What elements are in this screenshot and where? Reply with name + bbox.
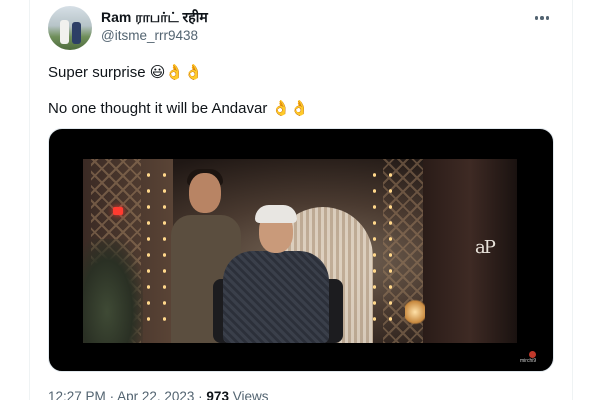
views-count: 973 [206,389,229,400]
tweet-time[interactable]: 12:27 PM [48,389,106,400]
scene-lights [373,167,376,327]
display-name[interactable]: Ram ராபர்ட் रहीम [101,8,208,26]
more-options-icon[interactable] [530,8,554,28]
avatar-figure [60,20,69,44]
video-frame: aP [83,159,517,343]
person-seated [223,251,329,343]
tweet-text-line: Super surprise 😃👌👌 [48,64,203,81]
watermark: mirchi9 [520,351,546,365]
tweet-video[interactable]: aP mirchi9 [48,128,554,372]
scene-lights [147,167,150,327]
tweet-meta: 12:27 PM · Apr 22, 2023 · 973 Views [48,388,269,400]
tweet-date[interactable]: Apr 22, 2023 [117,389,194,400]
tweet: Ram ராபர்ட் रहीम @itsme_rrr9438 Super su… [30,0,572,400]
avatar-figure [72,22,81,44]
scene-foliage [83,239,143,343]
tweet-text-line: No one thought it will be Andavar 👌👌 [48,100,309,117]
tweet-author: Ram ராபர்ட் रहीम @itsme_rrr9438 [101,8,208,45]
meta-separator: · [109,389,115,400]
scene-lights [163,167,166,327]
scene-red-light [113,207,123,215]
brand-logo: aP [475,237,496,258]
more-dot [534,16,539,20]
more-dot [545,16,550,20]
scene-lamp [405,297,425,327]
person-hair [255,205,297,223]
watermark-dot [529,351,536,358]
timeline-border-right [572,0,573,400]
views-label: Views [232,389,269,400]
avatar[interactable] [48,6,92,50]
meta-separator: · [198,389,203,400]
scene-lights [389,167,392,327]
user-handle[interactable]: @itsme_rrr9438 [101,27,208,45]
scene-curtain [423,159,517,343]
more-dot [540,16,544,20]
watermark-text: mirchi9 [520,358,537,364]
person-head [189,173,221,213]
